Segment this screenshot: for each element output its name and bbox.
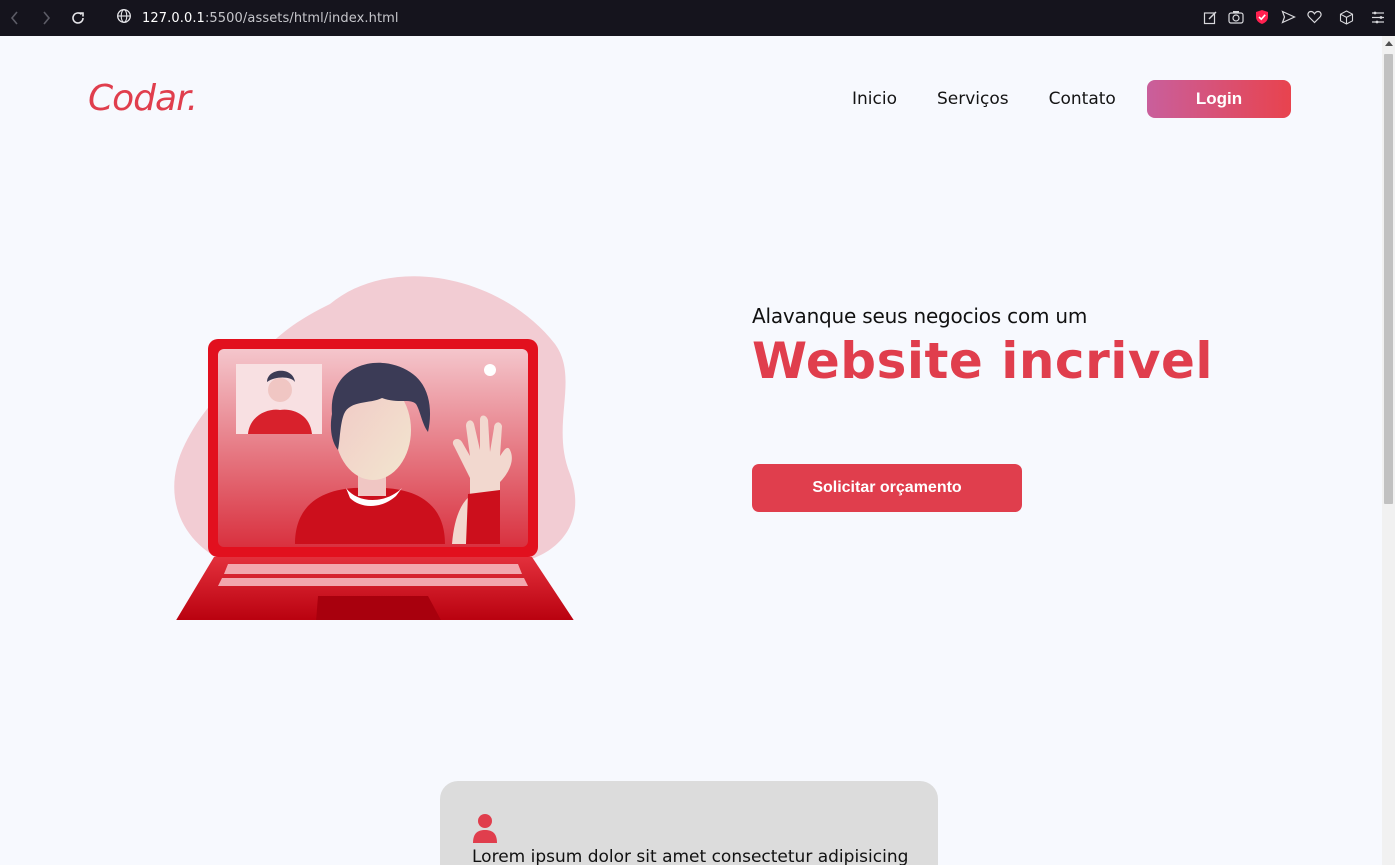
login-button[interactable]: Login xyxy=(1147,80,1291,118)
send-icon[interactable] xyxy=(1279,8,1297,26)
address-bar[interactable]: 127.0.0.1:5500/assets/html/index.html xyxy=(116,8,399,28)
url-host: 127.0.0.1 xyxy=(142,10,205,26)
logo[interactable]: Codar. xyxy=(88,78,198,119)
menu-icon[interactable] xyxy=(1369,8,1387,26)
heart-icon[interactable] xyxy=(1305,8,1323,26)
user-icon xyxy=(472,813,498,843)
back-icon[interactable] xyxy=(5,8,25,28)
toolbar-actions xyxy=(1201,8,1387,26)
page-scrollbar[interactable] xyxy=(1382,36,1395,865)
url-path: :5500/assets/html/index.html xyxy=(204,10,399,26)
feature-card: Lorem ipsum dolor sit amet consectetur a… xyxy=(440,781,938,865)
hero-title: Website incrivel xyxy=(752,332,1214,390)
cube-icon[interactable] xyxy=(1337,8,1355,26)
shield-icon[interactable] xyxy=(1253,8,1271,26)
camera-icon[interactable] xyxy=(1227,8,1245,26)
page-viewport: Codar. Inicio Serviços Contato Login Ala… xyxy=(0,36,1382,865)
request-quote-button[interactable]: Solicitar orçamento xyxy=(752,464,1022,512)
nav-link-inicio[interactable]: Inicio xyxy=(852,89,897,109)
nav-link-contato[interactable]: Contato xyxy=(1049,89,1116,109)
reload-icon[interactable] xyxy=(68,8,88,28)
scroll-thumb[interactable] xyxy=(1384,54,1393,504)
hero-subtitle: Alavanque seus negocios com um xyxy=(752,304,1088,328)
laptop-video-call-illustration xyxy=(170,264,580,622)
url-text: 127.0.0.1:5500/assets/html/index.html xyxy=(142,11,399,26)
edit-icon[interactable] xyxy=(1201,8,1219,26)
globe-icon xyxy=(116,8,132,28)
main-nav: Inicio Serviços Contato xyxy=(852,89,1156,109)
forward-icon[interactable] xyxy=(36,8,56,28)
card-text: Lorem ipsum dolor sit amet consectetur a… xyxy=(472,847,909,865)
browser-toolbar: 127.0.0.1:5500/assets/html/index.html xyxy=(0,0,1395,36)
scroll-up-icon[interactable] xyxy=(1385,41,1393,46)
nav-link-servicos[interactable]: Serviços xyxy=(937,89,1009,109)
